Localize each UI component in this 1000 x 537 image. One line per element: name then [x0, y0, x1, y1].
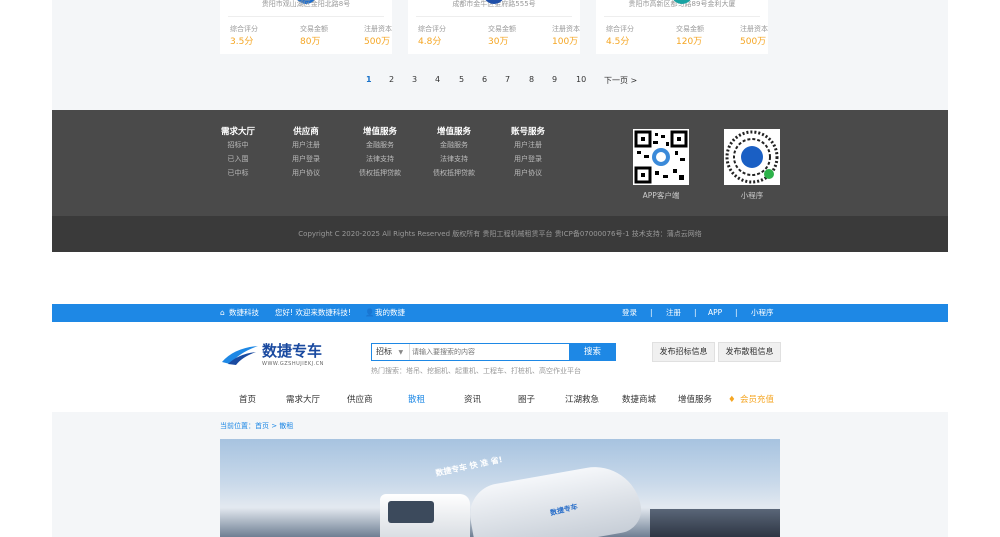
nav-value-added[interactable]: 增值服务	[678, 392, 712, 408]
footer-link[interactable]: 用户登录	[506, 152, 550, 166]
search-box: 招标 ▼ 搜索	[371, 343, 616, 361]
home-icon[interactable]: ⌂	[220, 304, 225, 322]
top-bar: ⌂ 数捷科技 您好! 欢迎来数捷科技! 👤 我的数捷 登录 | 注册 | APP…	[52, 304, 948, 322]
footer-col-account: 账号服务 用户注册 用户登录 用户协议	[506, 127, 550, 180]
footer-link[interactable]: 金融服务	[356, 138, 404, 152]
page-link-3[interactable]: 3	[412, 75, 417, 84]
footer-col-value-added: 增值服务 金融服务 法律支持 债权抵押贷款	[356, 127, 404, 180]
nav-suppliers[interactable]: 供应商	[347, 392, 373, 408]
site-footer: 需求大厅 招标中 已入围 已中标 供应商 用户注册 用户登录 用户协议 增值服务…	[52, 110, 948, 216]
company-card[interactable]: 贵阳市高新区都匀路89号金利大厦 综合评分 4.5分 交易金额 120万 注册资…	[596, 0, 768, 54]
publish-lease-button[interactable]: 发布散租信息	[718, 342, 781, 362]
company-address: 贵阳市观山湖区金阳北路8号	[261, 0, 351, 8]
amount-stat: 交易金额 30万	[488, 25, 516, 47]
home-link[interactable]: 数捷科技	[229, 304, 259, 322]
app-qr-code-icon	[633, 129, 689, 185]
mini-program-link[interactable]: 小程序	[751, 304, 774, 322]
logo-swoosh-icon	[222, 346, 258, 365]
footer-link[interactable]: 用户协议	[506, 166, 550, 180]
footer-link[interactable]: 债权抵押贷款	[430, 166, 478, 180]
site-logo[interactable]: 数捷专车 WWW.GZSHUJIEKJ.CN	[220, 340, 340, 370]
rating-stat: 综合评分 4.5分	[606, 25, 634, 47]
divider: |	[694, 308, 697, 317]
lease-page: ⌂ 数捷科技 您好! 欢迎来数捷科技! 👤 我的数捷 登录 | 注册 | APP…	[52, 304, 948, 537]
vip-diamond-icon: ♦	[728, 395, 736, 405]
page-link-8[interactable]: 8	[529, 75, 534, 84]
welcome-text: 您好! 欢迎来数捷科技!	[275, 308, 351, 317]
page-link-6[interactable]: 6	[482, 75, 487, 84]
footer-link[interactable]: 用户登录	[286, 152, 326, 166]
divider	[416, 16, 572, 17]
page-link-10[interactable]: 10	[576, 75, 586, 84]
search-category-select[interactable]: 招标 ▼	[372, 344, 410, 360]
footer-link[interactable]: 用户注册	[286, 138, 326, 152]
nav-circle[interactable]: 圈子	[518, 392, 535, 408]
nav-home[interactable]: 首页	[239, 392, 256, 408]
footer-col-value-added-2: 增值服务 金融服务 法律支持 债权抵押贷款	[430, 127, 478, 180]
page-link-1[interactable]: 1	[366, 75, 372, 84]
page-link-5[interactable]: 5	[459, 75, 464, 84]
hero-banner[interactable]: 数捷专车 数捷专车 快 准 省!	[220, 439, 780, 537]
breadcrumb: 当前位置：首页 > 散租	[220, 422, 294, 430]
company-card[interactable]: 成都市金牛区金府路555号 综合评分 4.8分 交易金额 30万 注册资本 10…	[408, 0, 580, 54]
page-link-9[interactable]: 9	[552, 75, 557, 84]
footer-link[interactable]: 债权抵押贷款	[356, 166, 404, 180]
main-nav: 首页 需求大厅 供应商 散租 资讯 圈子 江湖救急 数捷商城 增值服务 ♦ 会员…	[220, 392, 780, 408]
hot-searches[interactable]: 热门搜索：塔吊、挖掘机、起重机、工程车、打桩机、高空作业平台	[371, 366, 581, 376]
divider: |	[650, 308, 653, 317]
divider	[228, 16, 384, 17]
login-link[interactable]: 登录	[622, 304, 637, 322]
next-page-link[interactable]: 下一页 >	[604, 75, 637, 86]
divider: |	[735, 308, 738, 317]
user-icon: 👤	[365, 308, 375, 317]
city-skyline	[650, 509, 780, 537]
mini-program-qr-icon	[724, 129, 780, 185]
page-link-7[interactable]: 7	[505, 75, 510, 84]
app-qr-caption: APP客户端	[642, 191, 680, 200]
nav-vip-recharge[interactable]: 会员充值	[740, 392, 774, 408]
nav-news[interactable]: 资讯	[464, 392, 481, 408]
brand-url: WWW.GZSHUJIEKJ.CN	[262, 361, 324, 367]
nav-mall[interactable]: 数捷商城	[622, 392, 656, 408]
rating-stat: 综合评分 4.8分	[418, 25, 446, 47]
capital-stat: 注册资本 500万	[740, 25, 768, 47]
my-account-link[interactable]: 我的数捷	[375, 304, 405, 322]
nav-emergency[interactable]: 江湖救急	[565, 392, 599, 408]
nav-demand-hall[interactable]: 需求大厅	[286, 392, 320, 408]
amount-stat: 交易金额 120万	[676, 25, 704, 47]
footer-link[interactable]: 法律支持	[356, 152, 404, 166]
page-link-2[interactable]: 2	[389, 75, 394, 84]
company-cards: 贵阳市观山湖区金阳北路8号 综合评分 3.5分 交易金额 80万 注册资本 50…	[220, 0, 780, 54]
footer-link[interactable]: 已中标	[218, 166, 258, 180]
nav-lease[interactable]: 散租	[408, 392, 425, 408]
search-button[interactable]: 搜索	[569, 343, 616, 361]
footer-link[interactable]: 用户注册	[506, 138, 550, 152]
banner-slogan: 数捷专车 快 准 省!	[434, 455, 504, 478]
publish-tender-button[interactable]: 发布招标信息	[652, 342, 715, 362]
amount-stat: 交易金额 80万	[300, 25, 328, 47]
mini-program-qr-caption: 小程序	[740, 191, 764, 200]
search-input[interactable]	[412, 345, 562, 359]
divider	[604, 16, 760, 17]
brand-name: 数捷专车	[262, 342, 323, 360]
chevron-down-icon: ▼	[398, 349, 404, 356]
page-link-4[interactable]: 4	[435, 75, 440, 84]
footer-link[interactable]: 用户协议	[286, 166, 326, 180]
rating-stat: 综合评分 3.5分	[230, 25, 258, 47]
listing-page-bottom: 贵阳市观山湖区金阳北路8号 综合评分 3.5分 交易金额 80万 注册资本 50…	[52, 0, 948, 252]
footer-link[interactable]: 已入围	[218, 152, 258, 166]
footer-link[interactable]: 法律支持	[430, 152, 478, 166]
footer-col-demand: 需求大厅 招标中 已入围 已中标	[218, 127, 258, 180]
app-link[interactable]: APP	[708, 304, 722, 322]
footer-col-supplier: 供应商 用户注册 用户登录 用户协议	[286, 127, 326, 180]
register-link[interactable]: 注册	[666, 304, 681, 322]
footer-link[interactable]: 金融服务	[430, 138, 478, 152]
company-card[interactable]: 贵阳市观山湖区金阳北路8号 综合评分 3.5分 交易金额 80万 注册资本 50…	[220, 0, 392, 54]
footer-link[interactable]: 招标中	[218, 138, 258, 152]
mixer-drum	[465, 459, 645, 537]
truck-windshield	[388, 501, 434, 523]
copyright: Copyright C 2020-2025 All Rights Reserve…	[52, 216, 948, 252]
